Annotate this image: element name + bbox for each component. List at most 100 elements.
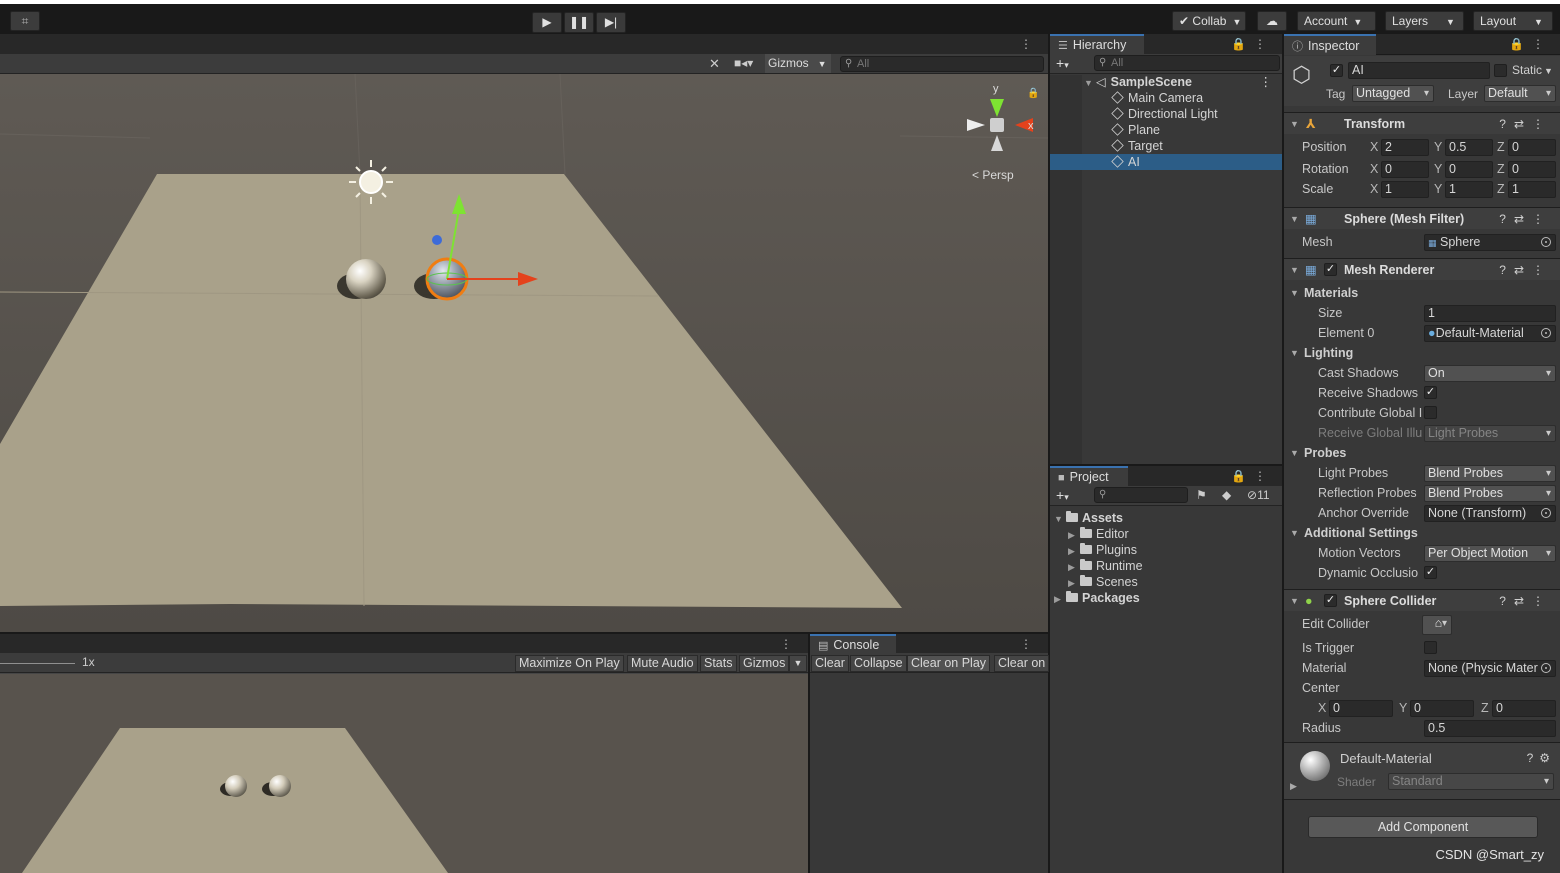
rotation-y[interactable]: 0: [1445, 161, 1493, 178]
probes-foldout[interactable]: ▼ Probes: [1284, 443, 1560, 463]
mute-audio-button[interactable]: Mute Audio: [627, 655, 698, 672]
project-create-button[interactable]: +▾: [1056, 487, 1069, 503]
material-help-icons[interactable]: ?⚙: [1527, 751, 1556, 765]
object-picker-icon[interactable]: [1541, 663, 1551, 673]
project-item-runtime[interactable]: ▶ Runtime: [1050, 558, 1282, 574]
reflection-probes-dropdown[interactable]: Blend Probes: [1424, 485, 1556, 502]
mesh-filter-header[interactable]: ▼ ▦ Sphere (Mesh Filter) ?⇄⋮: [1284, 207, 1560, 229]
edit-collider-button[interactable]: ⌂: [1422, 615, 1452, 635]
console-more-options-icon[interactable]: ⋮: [1020, 637, 1040, 651]
tab-inspector[interactable]: ⓘ Inspector: [1284, 34, 1376, 55]
transform-header[interactable]: ▼ ⅄ Transform ?⇄⋮: [1284, 112, 1560, 134]
project-item-assets[interactable]: ▼ Assets: [1050, 510, 1282, 526]
play-button[interactable]: ▶: [532, 12, 562, 33]
materials-size-field[interactable]: 1: [1424, 305, 1556, 322]
tools-icon[interactable]: ✕: [709, 56, 720, 72]
static-dropdown[interactable]: Static ▼: [1512, 63, 1553, 77]
clear-button[interactable]: Clear: [811, 655, 849, 672]
scale-z[interactable]: 1: [1508, 181, 1556, 198]
mesh-renderer-enabled-checkbox[interactable]: ✓: [1324, 263, 1337, 276]
tab-console[interactable]: ▤ Console: [810, 634, 896, 655]
filter-by-label-icon[interactable]: ◆: [1222, 488, 1231, 502]
hierarchy-lock-icon[interactable]: 🔒⋮: [1231, 37, 1274, 51]
object-name-field[interactable]: AI: [1348, 62, 1490, 79]
scene-row[interactable]: ▼ ◁ SampleScene ⋮: [1050, 74, 1282, 90]
maximize-on-play-button[interactable]: Maximize On Play: [515, 655, 624, 672]
sphere-collider-enabled-checkbox[interactable]: ✓: [1324, 594, 1337, 607]
layers-dropdown[interactable]: Layers ▼: [1385, 11, 1464, 31]
active-checkbox[interactable]: ✓: [1330, 64, 1343, 77]
position-x[interactable]: 2: [1381, 139, 1429, 156]
camera-icon[interactable]: ■◂▾: [734, 56, 753, 70]
component-menu-icons[interactable]: ?⇄⋮: [1499, 590, 1552, 612]
center-y[interactable]: 0: [1410, 700, 1474, 717]
element0-field[interactable]: ●Default-Material: [1424, 325, 1556, 342]
hierarchy-item-ai[interactable]: AI: [1050, 154, 1282, 170]
more-options-icon[interactable]: ⋮: [1020, 37, 1040, 51]
material-section[interactable]: ▶ Default-Material ?⚙ Shader Standard: [1284, 742, 1560, 800]
tab-project[interactable]: ■ Project: [1050, 466, 1128, 487]
scale-slider[interactable]: [0, 663, 75, 664]
hierarchy-item-directional-light[interactable]: Directional Light: [1050, 106, 1282, 122]
project-lock-icon[interactable]: 🔒⋮: [1231, 469, 1274, 483]
collapse-button[interactable]: Collapse: [850, 655, 907, 672]
additional-settings-foldout[interactable]: ▼ Additional Settings: [1284, 523, 1560, 543]
scene-search-input[interactable]: ⚲ All: [840, 56, 1044, 72]
position-y[interactable]: 0.5: [1445, 139, 1493, 156]
radius-field[interactable]: 0.5: [1424, 720, 1556, 737]
component-menu-icons[interactable]: ?⇄⋮: [1499, 208, 1552, 230]
stats-button[interactable]: Stats: [700, 655, 737, 672]
dynamic-occlusion-checkbox[interactable]: ✓: [1424, 566, 1437, 579]
project-search-input[interactable]: ⚲: [1094, 487, 1188, 503]
scene-view[interactable]: ⋮ ✕ ■◂▾ Gizmos ▼ ⚲ All y x 🔒 < Persp: [0, 34, 1048, 632]
material-foldout-icon[interactable]: ▶: [1290, 781, 1297, 792]
position-z[interactable]: 0: [1508, 139, 1556, 156]
hierarchy-item-plane[interactable]: Plane: [1050, 122, 1282, 138]
hierarchy-item-target[interactable]: Target: [1050, 138, 1282, 154]
pause-button[interactable]: ❚❚: [564, 12, 594, 33]
game-gizmos-button[interactable]: Gizmos: [739, 655, 790, 672]
add-component-button[interactable]: Add Component: [1308, 816, 1538, 838]
tool-handle-button[interactable]: ⌗: [10, 11, 40, 31]
contribute-gi-checkbox[interactable]: [1424, 406, 1437, 419]
inspector-lock-icon[interactable]: 🔒⋮: [1509, 37, 1552, 51]
scale-y[interactable]: 1: [1445, 181, 1493, 198]
cast-shadows-dropdown[interactable]: On: [1424, 365, 1556, 382]
filter-by-type-icon[interactable]: ⚑: [1196, 488, 1207, 502]
scene-canvas[interactable]: y x 🔒 < Persp: [0, 74, 1048, 632]
mesh-renderer-header[interactable]: ▼ ▦ ✓ Mesh Renderer ?⇄⋮: [1284, 258, 1560, 280]
component-menu-icons[interactable]: ?⇄⋮: [1499, 259, 1552, 281]
create-button[interactable]: +▾: [1056, 55, 1069, 71]
cloud-button[interactable]: ☁: [1257, 11, 1287, 31]
game-gizmos-dropdown[interactable]: ▼: [789, 655, 807, 672]
project-item-scenes[interactable]: ▶ Scenes: [1050, 574, 1282, 590]
clear-on-play-button[interactable]: Clear on Play: [907, 655, 991, 672]
project-item-editor[interactable]: ▶ Editor: [1050, 526, 1282, 542]
project-item-packages[interactable]: ▶ Packages: [1050, 590, 1282, 606]
lighting-foldout[interactable]: ▼ Lighting: [1284, 343, 1560, 363]
rotation-x[interactable]: 0: [1381, 161, 1429, 178]
receive-shadows-checkbox[interactable]: ✓: [1424, 386, 1437, 399]
object-picker-icon[interactable]: [1541, 237, 1551, 247]
object-picker-icon[interactable]: [1541, 508, 1551, 518]
collab-button[interactable]: ✔ Collab ▼: [1172, 11, 1246, 31]
center-x[interactable]: 0: [1329, 700, 1393, 717]
layout-dropdown[interactable]: Layout ▼: [1473, 11, 1553, 31]
collider-material-field[interactable]: None (Physic Mater: [1424, 660, 1556, 677]
hierarchy-item-main-camera[interactable]: Main Camera: [1050, 90, 1282, 106]
account-dropdown[interactable]: Account ▼: [1297, 11, 1376, 31]
layer-dropdown[interactable]: Default: [1484, 85, 1556, 102]
light-probes-dropdown[interactable]: Blend Probes: [1424, 465, 1556, 482]
rotation-z[interactable]: 0: [1508, 161, 1556, 178]
mesh-field[interactable]: ▦ Sphere: [1424, 234, 1556, 251]
scale-x[interactable]: 1: [1381, 181, 1429, 198]
sphere-collider-header[interactable]: ▼ ● ✓ Sphere Collider ?⇄⋮: [1284, 589, 1560, 611]
game-more-options-icon[interactable]: ⋮: [780, 637, 800, 651]
materials-foldout[interactable]: ▼ Materials: [1284, 283, 1560, 303]
scene-more-icon[interactable]: ⋮: [1260, 74, 1273, 90]
step-button[interactable]: ▶|: [596, 12, 626, 33]
anchor-override-field[interactable]: None (Transform): [1424, 505, 1556, 522]
static-checkbox[interactable]: [1494, 64, 1507, 77]
hidden-packages-toggle[interactable]: ⊘11: [1247, 488, 1270, 502]
gizmos-dropdown[interactable]: Gizmos ▼: [765, 54, 831, 73]
